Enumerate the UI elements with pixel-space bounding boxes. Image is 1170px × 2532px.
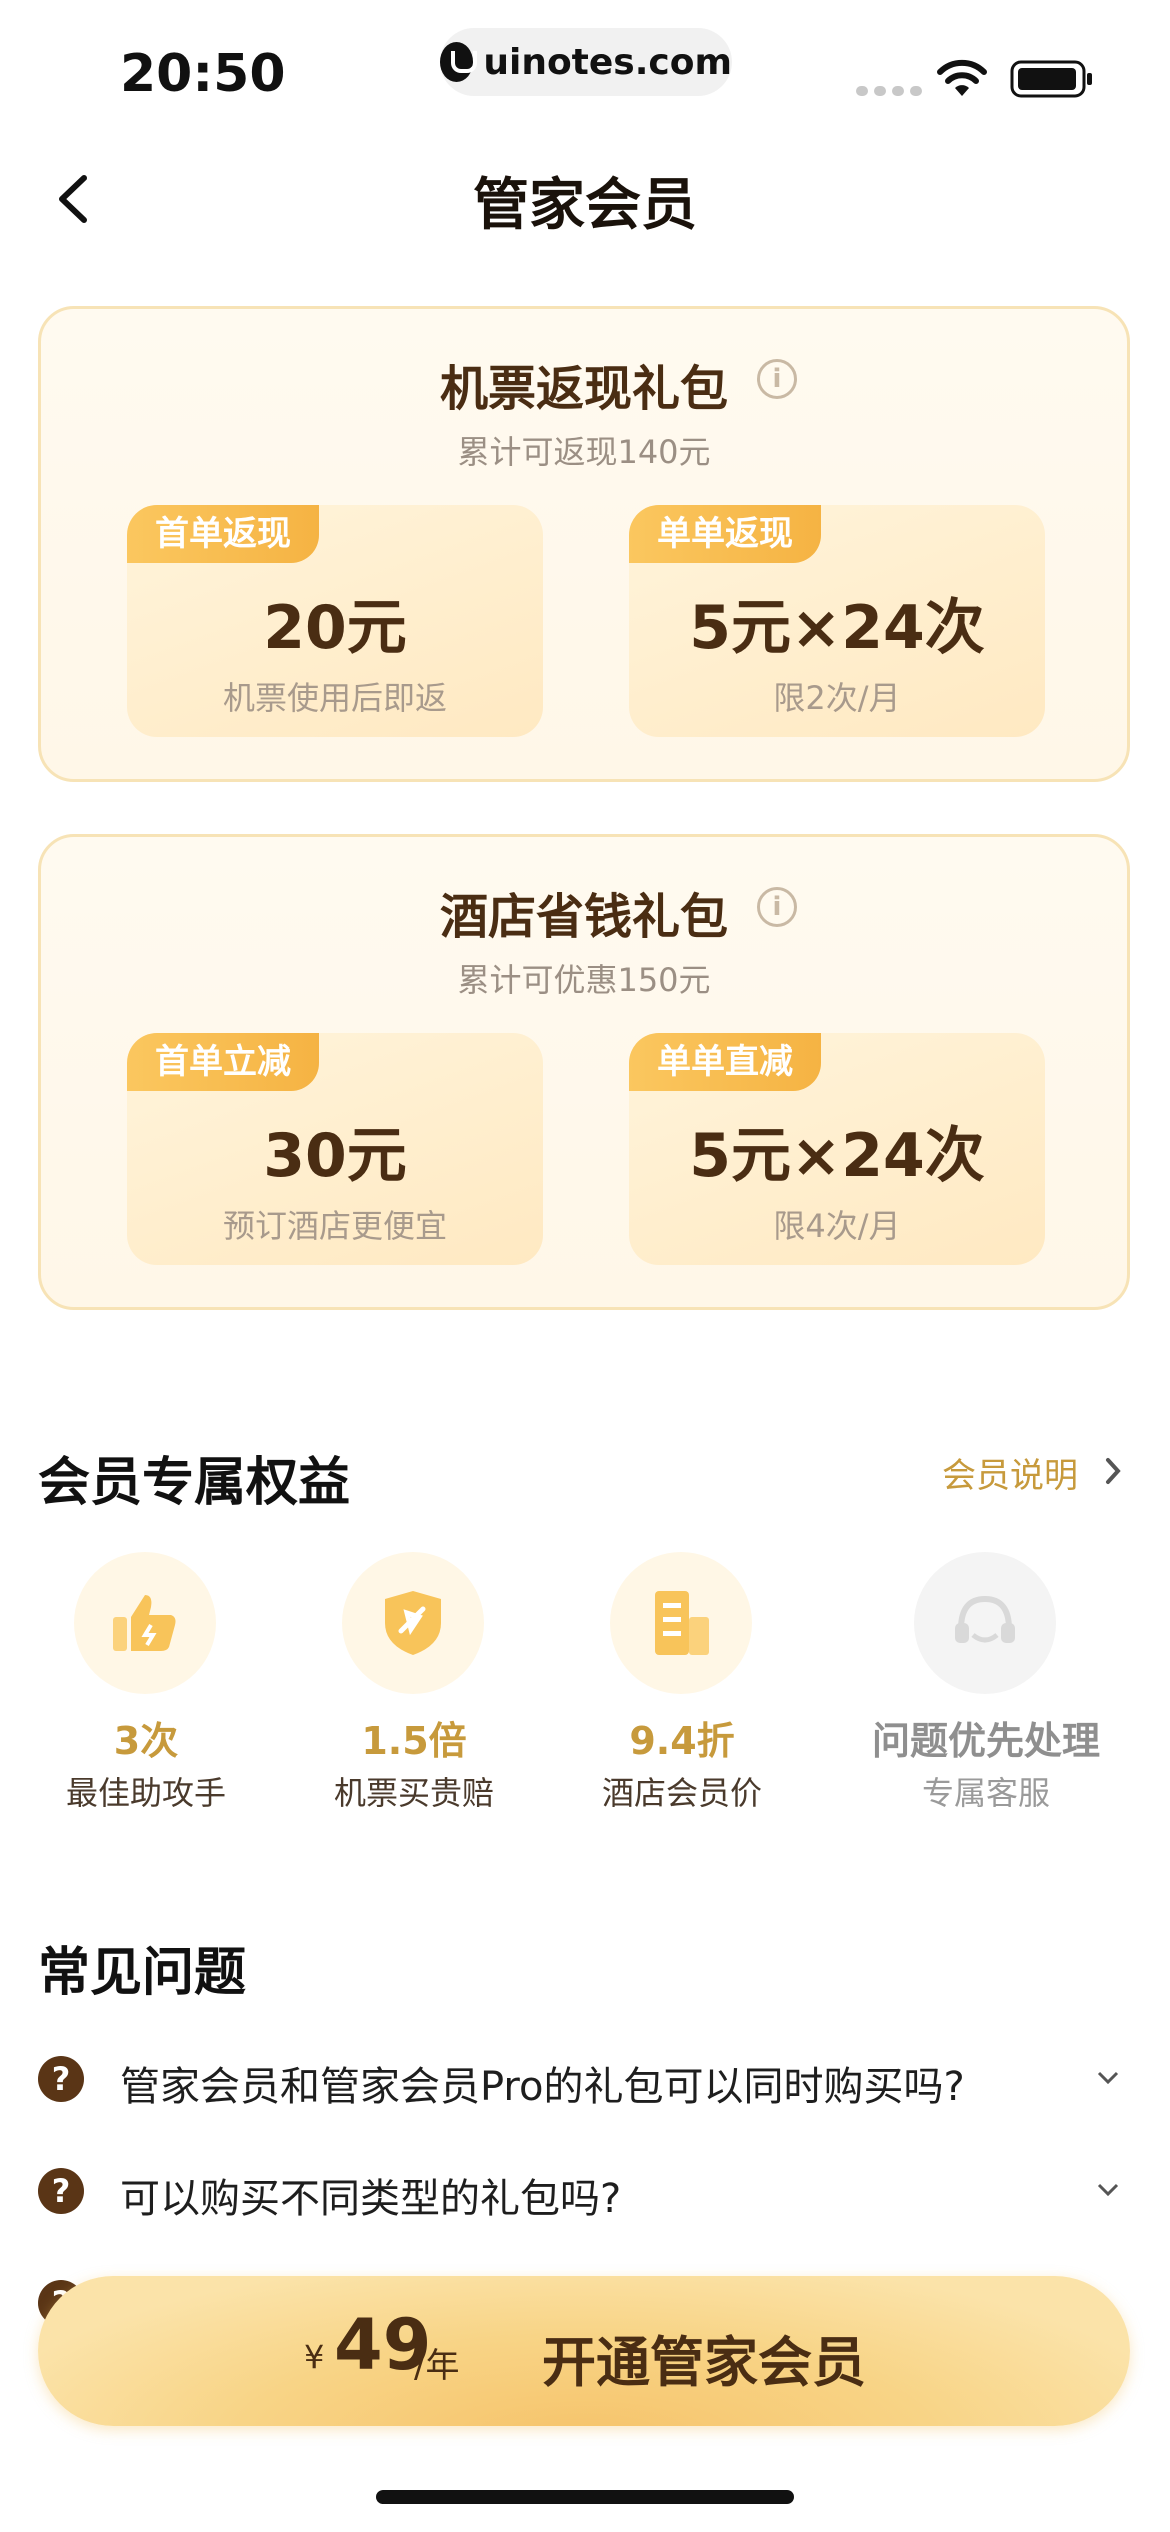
chevron-down-icon[interactable]: [1096, 2182, 1120, 2198]
faq-title: 常见问题: [38, 1943, 247, 2003]
headset-icon: [914, 1552, 1056, 1694]
faq-item[interactable]: ? 管家会员和管家会员Pro的礼包可以同时购买吗?: [38, 2044, 1130, 2114]
url-pill[interactable]: uinotes.com: [440, 28, 732, 96]
tile-tag: 首单立减: [127, 1033, 319, 1091]
tile-note: 限4次/月: [773, 1207, 901, 1245]
flight-package-card: 机票返现礼包 i 累计可返现140元 首单返现 20元 机票使用后即返 单单返现…: [38, 306, 1130, 782]
url-text: uinotes.com: [483, 41, 732, 83]
thumbs-up-icon: [74, 1552, 216, 1694]
tile-value: 30元: [263, 1121, 407, 1191]
tile-note: 预订酒店更便宜: [222, 1207, 447, 1245]
faq-item[interactable]: ? 可以购买不同类型的礼包吗?: [38, 2156, 1130, 2226]
open-membership-button[interactable]: ¥ 49 /年 开通管家会员: [38, 2276, 1130, 2426]
faq-question: 管家会员和管家会员Pro的礼包可以同时购买吗?: [120, 2064, 965, 2110]
benefit-value: 9.4折: [629, 1719, 735, 1763]
cta-label: 开通管家会员: [542, 2331, 866, 2394]
wifi-icon: [937, 59, 987, 96]
faq-question: 可以购买不同类型的礼包吗?: [120, 2176, 622, 2222]
tile-value: 5元×24次: [689, 1121, 985, 1191]
hotel-package-subtitle: 累计可优惠150元: [457, 961, 711, 999]
chevron-down-icon[interactable]: [1096, 2070, 1120, 2086]
tile-note: 机票使用后即返: [222, 679, 447, 717]
benefit-value: 问题优先处理: [871, 1719, 1100, 1763]
benefits-title: 会员专属权益: [38, 1453, 351, 1513]
chevron-right-icon[interactable]: [1104, 1456, 1122, 1486]
tile-tag: 单单返现: [629, 505, 821, 563]
tile-tag: 首单返现: [127, 505, 319, 563]
benefit-label: 酒店会员价: [601, 1774, 762, 1812]
tile-note: 限2次/月: [773, 679, 901, 717]
tile-value: 20元: [263, 593, 407, 663]
price-unit: /年: [414, 2346, 460, 2386]
question-icon: ?: [38, 2168, 84, 2214]
plane-shield-icon: [342, 1552, 484, 1694]
info-icon[interactable]: i: [757, 359, 797, 399]
flight-package-subtitle: 累计可返现140元: [457, 433, 711, 471]
benefit-value: 1.5倍: [361, 1719, 467, 1763]
member-info-link[interactable]: 会员说明: [942, 1448, 1078, 1497]
flight-package-title: 机票返现礼包: [439, 361, 728, 417]
hotel-building-icon: [610, 1552, 752, 1694]
benefit-value: 3次: [113, 1719, 179, 1763]
flight-tile-each: 单单返现 5元×24次 限2次/月: [629, 505, 1045, 737]
benefit-label: 最佳助攻手: [65, 1774, 226, 1812]
benefit-label: 机票买贵赔: [333, 1774, 494, 1812]
currency-symbol: ¥: [304, 2338, 325, 2376]
status-time: 20:50: [120, 44, 286, 104]
info-icon[interactable]: i: [757, 887, 797, 927]
page-title: 管家会员: [473, 173, 697, 238]
hotel-package-title: 酒店省钱礼包: [439, 889, 728, 945]
status-bar: 20:50 uinotes.com: [0, 0, 1170, 130]
battery-icon: [1010, 60, 1092, 98]
signal-icon: [856, 86, 922, 96]
flight-tile-first: 首单返现 20元 机票使用后即返: [127, 505, 543, 737]
site-logo-icon: [440, 42, 478, 82]
tile-value: 5元×24次: [689, 593, 985, 663]
question-icon: ?: [38, 2056, 84, 2102]
home-indicator: [376, 2490, 794, 2504]
hotel-tile-each: 单单直减 5元×24次 限4次/月: [629, 1033, 1045, 1265]
benefit-label: 专属客服: [921, 1774, 1050, 1812]
hotel-tile-first: 首单立减 30元 预订酒店更便宜: [127, 1033, 543, 1265]
hotel-package-card: 酒店省钱礼包 i 累计可优惠150元 首单立减 30元 预订酒店更便宜 单单直减…: [38, 834, 1130, 1310]
tile-tag: 单单直减: [629, 1033, 821, 1091]
